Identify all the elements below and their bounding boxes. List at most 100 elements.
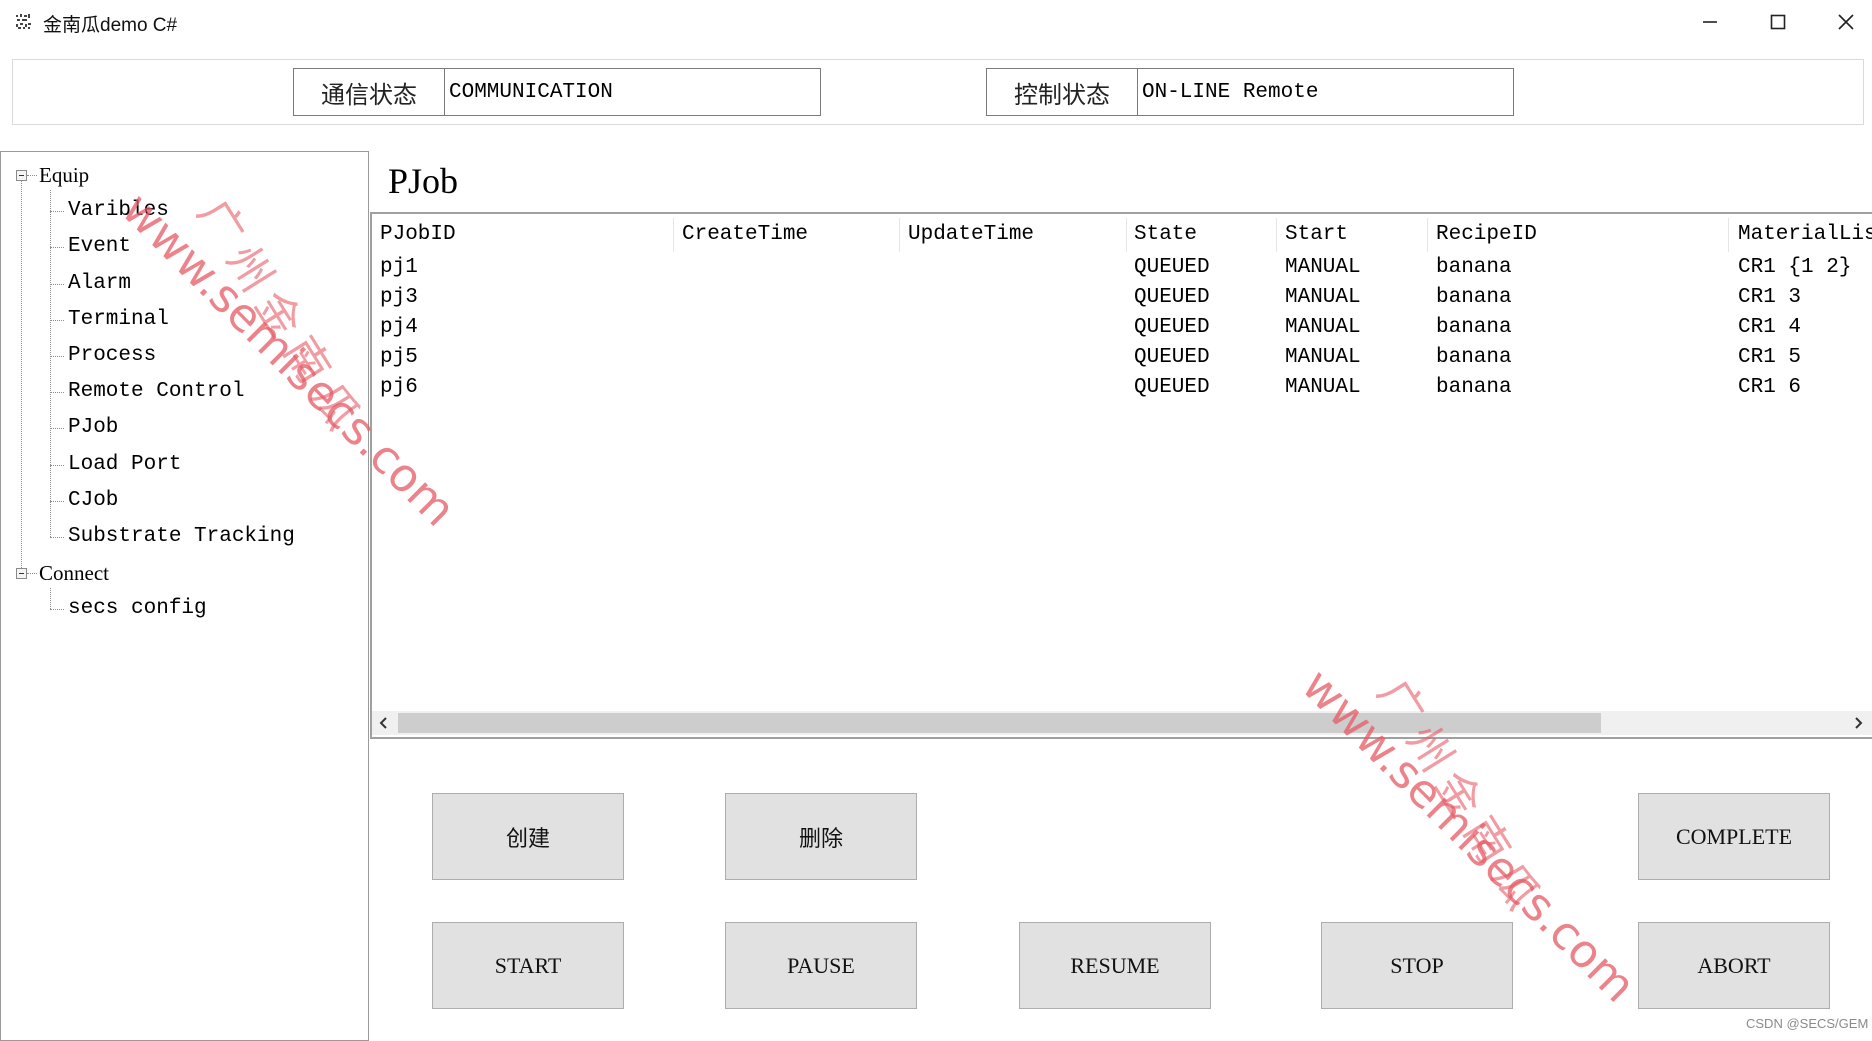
minimize-icon <box>1703 21 1717 23</box>
tree-node-pjob[interactable]: PJob <box>68 415 118 441</box>
resume-button[interactable]: RESUME <box>1019 922 1211 1009</box>
column-header-state[interactable]: State <box>1134 222 1197 248</box>
tree-connector <box>50 609 64 611</box>
chevron-right-icon <box>1855 717 1863 729</box>
maximize-button[interactable] <box>1744 0 1812 44</box>
tree-node-terminal[interactable]: Terminal <box>68 307 169 333</box>
tree-node-event[interactable]: Event <box>68 234 131 260</box>
cell-start: MANUAL <box>1285 286 1361 309</box>
tree-node-load-port[interactable]: Load Port <box>68 452 181 478</box>
stop-button[interactable]: STOP <box>1321 922 1513 1009</box>
maximize-icon <box>1770 14 1786 30</box>
app-logo-icon <box>16 14 31 29</box>
table-row[interactable]: pj4 QUEUED MANUAL banana CR1 4 <box>372 315 1872 343</box>
column-separator[interactable] <box>899 218 900 252</box>
page-title: PJob <box>388 161 459 201</box>
cell-recipeid: banana <box>1436 286 1512 309</box>
tree-node-alarm[interactable]: Alarm <box>68 271 131 297</box>
cell-pjobid: pj1 <box>380 256 418 279</box>
control-status: 控制状态 ON-LINE Remote <box>986 68 1514 116</box>
cell-materiallist: CR1 {1 2} <box>1738 256 1852 279</box>
collapse-toggle-icon[interactable] <box>16 170 27 181</box>
cell-recipeid: banana <box>1436 316 1512 339</box>
chevron-left-icon <box>379 717 387 729</box>
table-row[interactable]: pj3 QUEUED MANUAL banana CR1 3 <box>372 285 1872 313</box>
start-button[interactable]: START <box>432 922 624 1009</box>
cell-start: MANUAL <box>1285 316 1361 339</box>
cell-materiallist: CR1 6 <box>1738 376 1802 399</box>
communication-status: 通信状态 COMMUNICATION <box>293 68 821 116</box>
scrollbar-thumb[interactable] <box>398 713 1601 733</box>
minimize-button[interactable] <box>1676 0 1744 44</box>
tree-node-secs-config[interactable]: secs config <box>68 596 207 622</box>
column-header-materiallist[interactable]: MaterialList <box>1738 222 1872 248</box>
cell-state: QUEUED <box>1134 286 1210 309</box>
title-bar: 金南瓜demo C# <box>0 0 1872 44</box>
scroll-right-button[interactable] <box>1846 711 1870 735</box>
tree-connector <box>50 283 64 285</box>
column-separator[interactable] <box>1728 218 1729 252</box>
column-separator[interactable] <box>1276 218 1277 252</box>
abort-button[interactable]: ABORT <box>1638 922 1830 1009</box>
column-header-updatetime[interactable]: UpdateTime <box>908 222 1034 248</box>
navigation-tree[interactable]: Equip Varibles Event Alarm Terminal Process Re… <box>0 151 369 1041</box>
cell-recipeid: banana <box>1436 346 1512 369</box>
complete-button[interactable]: COMPLETE <box>1638 793 1830 880</box>
create-button[interactable]: 创建 <box>432 793 624 880</box>
tree-connector <box>50 319 64 321</box>
credit-text: CSDN @SECS/GEM <box>1746 1016 1869 1031</box>
column-header-createtime[interactable]: CreateTime <box>682 222 808 248</box>
column-separator[interactable] <box>1427 218 1428 252</box>
cell-materiallist: CR1 4 <box>1738 316 1802 339</box>
table-row[interactable]: pj6 QUEUED MANUAL banana CR1 6 <box>372 375 1872 403</box>
tree-node-process[interactable]: Process <box>68 343 156 369</box>
pause-button[interactable]: PAUSE <box>725 922 917 1009</box>
table-row[interactable]: pj5 QUEUED MANUAL banana CR1 5 <box>372 345 1872 373</box>
cell-recipeid: banana <box>1436 376 1512 399</box>
tree-connector <box>50 356 64 357</box>
tree-node-varibles[interactable]: Varibles <box>68 198 169 224</box>
pjob-table[interactable]: PJobID CreateTime UpdateTime State Start Reci… <box>370 212 1872 739</box>
cell-pjobid: pj5 <box>380 346 418 369</box>
column-separator[interactable] <box>1126 218 1127 252</box>
tree-node-substrate-tracking[interactable]: Substrate Tracking <box>68 524 295 550</box>
tree-connector <box>50 464 64 466</box>
window-title: 金南瓜demo C# <box>43 15 178 36</box>
delete-button[interactable]: 删除 <box>725 793 917 880</box>
tree-connector <box>21 181 22 569</box>
tree-node-connect[interactable]: Connect <box>39 560 109 586</box>
cell-state: QUEUED <box>1134 256 1210 279</box>
control-status-value: ON-LINE Remote <box>1142 80 1319 104</box>
cell-recipeid: banana <box>1436 256 1512 279</box>
cell-start: MANUAL <box>1285 376 1361 399</box>
control-status-label: 控制状态 <box>987 69 1138 115</box>
tree-connector <box>50 500 64 502</box>
close-icon <box>1838 14 1854 30</box>
cell-materiallist: CR1 5 <box>1738 346 1802 369</box>
tree-node-cjob[interactable]: CJob <box>68 488 118 514</box>
table-row[interactable]: pj1 QUEUED MANUAL banana CR1 {1 2} <box>372 255 1872 283</box>
communication-status-label: 通信状态 <box>294 69 445 115</box>
tree-node-remote-control[interactable]: Remote Control <box>68 379 244 405</box>
column-header-start[interactable]: Start <box>1285 222 1348 248</box>
collapse-toggle-icon[interactable] <box>16 568 27 580</box>
tree-connector <box>50 537 64 538</box>
cell-state: QUEUED <box>1134 376 1210 399</box>
column-separator[interactable] <box>673 218 674 252</box>
tree-connector <box>50 588 51 610</box>
cell-start: MANUAL <box>1285 346 1361 369</box>
cell-pjobid: pj6 <box>380 376 418 399</box>
column-header-pjobid[interactable]: PJobID <box>380 222 456 248</box>
cell-pjobid: pj4 <box>380 316 418 339</box>
scroll-left-button[interactable] <box>372 711 396 735</box>
cell-state: QUEUED <box>1134 316 1210 339</box>
column-header-recipeid[interactable]: RecipeID <box>1436 222 1537 248</box>
tree-node-equip[interactable]: Equip <box>39 162 89 188</box>
status-panel <box>12 59 1864 125</box>
cell-state: QUEUED <box>1134 346 1210 369</box>
tree-connector <box>27 175 37 176</box>
communication-status-value: COMMUNICATION <box>449 80 613 104</box>
close-button[interactable] <box>1812 0 1872 44</box>
cell-start: MANUAL <box>1285 256 1361 279</box>
tree-connector <box>50 247 64 249</box>
